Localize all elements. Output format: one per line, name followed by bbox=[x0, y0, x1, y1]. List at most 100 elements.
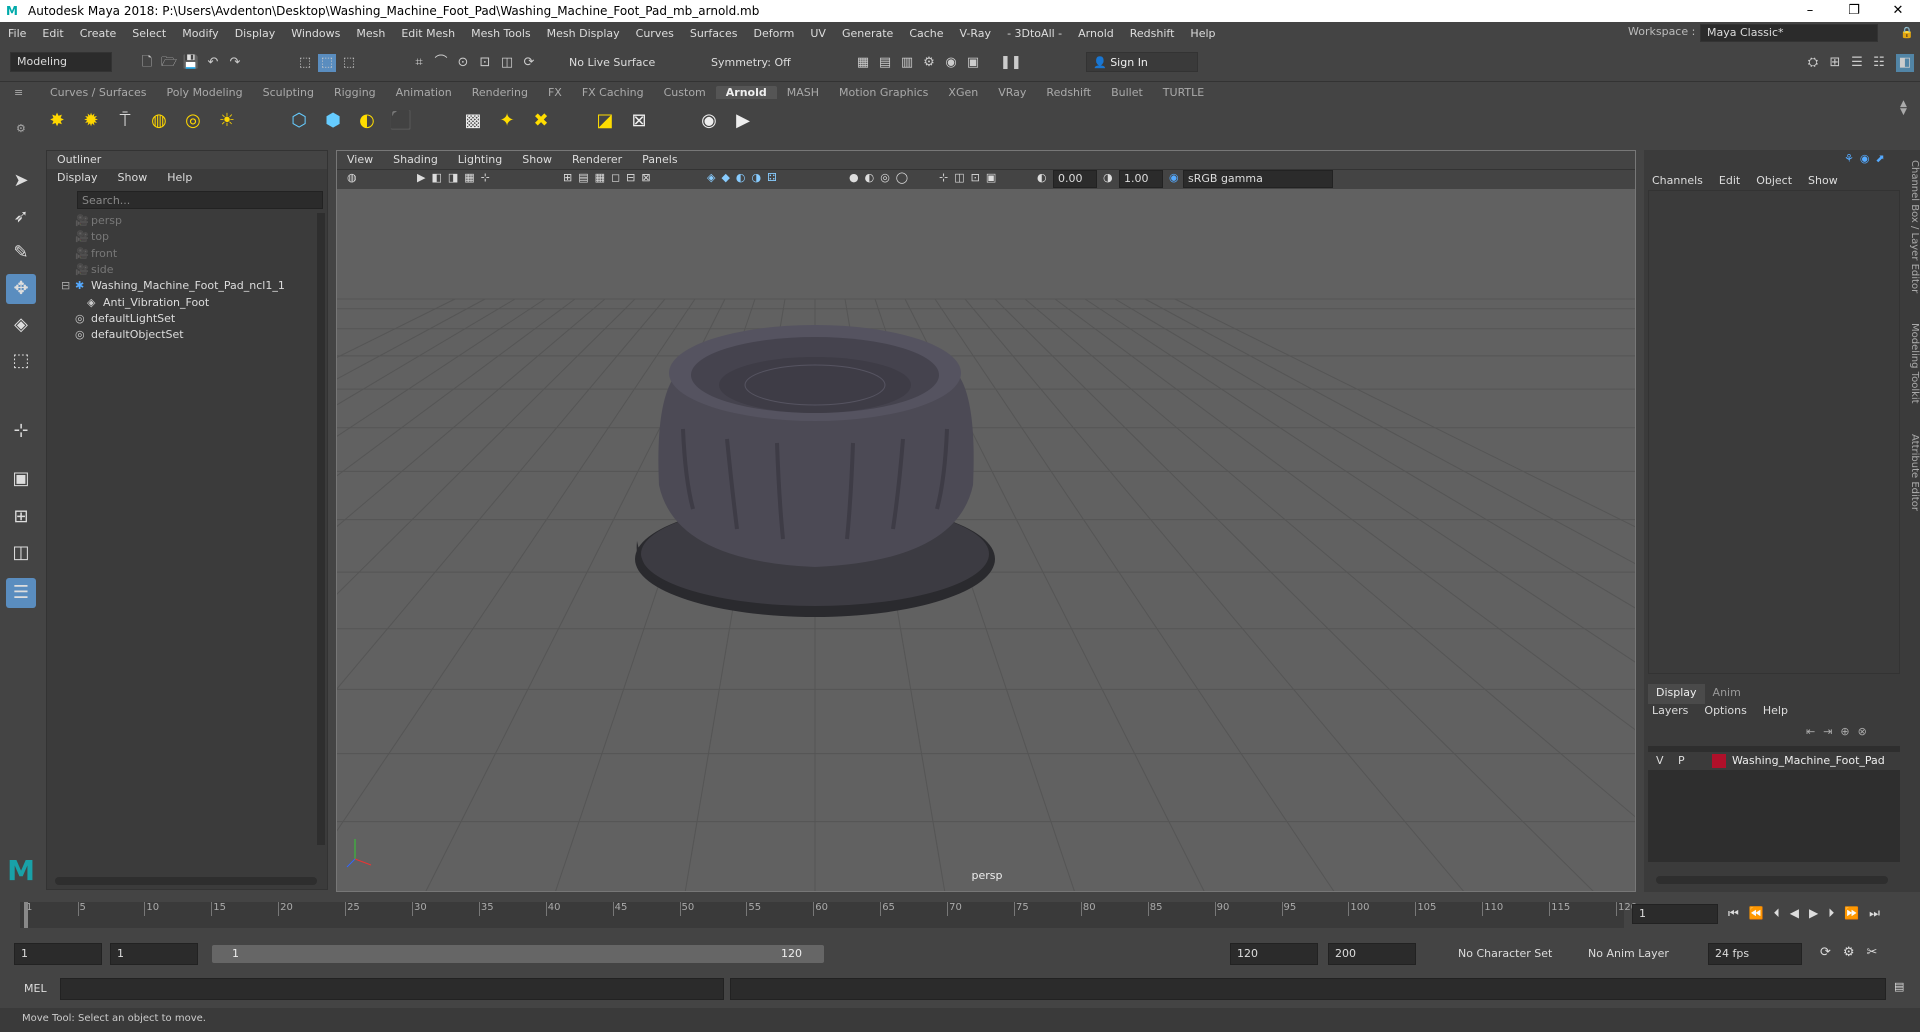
character-set-select[interactable]: No Character Set bbox=[1458, 947, 1552, 960]
channel-menu-object[interactable]: Object bbox=[1748, 174, 1800, 187]
time-ruler[interactable]: 1 5 10 15 20 25 30 35 40 45 50 55 60 65 70 75 80 85 90 95 10… bbox=[20, 902, 1637, 928]
shelf-tab-poly-modeling[interactable]: Poly Modeling bbox=[157, 86, 253, 99]
menu-surfaces[interactable]: Surfaces bbox=[682, 27, 746, 40]
viewport-menu-lighting[interactable]: Lighting bbox=[448, 151, 512, 169]
color-space-select[interactable]: sRGB gamma bbox=[1183, 170, 1333, 188]
anim-layer-select[interactable]: No Anim Layer bbox=[1588, 947, 1669, 960]
layer-color-swatch[interactable] bbox=[1712, 754, 1726, 768]
pause-icon[interactable]: ❚❚ bbox=[1000, 54, 1022, 72]
side-tab-channel-box-layer-editor[interactable]: Channel Box / Layer Editor bbox=[1909, 160, 1920, 293]
script-editor-icon[interactable]: ▤ bbox=[1894, 980, 1904, 993]
toggle-modeling-toolkit-icon[interactable]: ⛭ bbox=[1804, 54, 1822, 72]
camera-select-icon[interactable]: ◍ bbox=[347, 171, 357, 184]
scale-tool-icon[interactable]: ⬚ bbox=[6, 346, 36, 376]
menu-cache[interactable]: Cache bbox=[901, 27, 951, 40]
outliner-item-defaultlightset[interactable]: ◎ defaultLightSet bbox=[47, 311, 317, 327]
current-time-marker[interactable] bbox=[24, 902, 28, 928]
gamma-icon[interactable]: ◑ bbox=[1103, 171, 1113, 184]
viewport-menu-shading[interactable]: Shading bbox=[383, 151, 448, 169]
mode-select[interactable]: Modeling bbox=[10, 52, 112, 72]
stand-in-icon[interactable]: ⬡ bbox=[286, 108, 312, 134]
shelf-tab-curves-surfaces[interactable]: Curves / Surfaces bbox=[40, 86, 157, 99]
playback-end-field[interactable]: 120 bbox=[1230, 943, 1318, 965]
command-input[interactable] bbox=[60, 978, 724, 1000]
select-by-hierarchy-icon[interactable]: ⬚ bbox=[296, 54, 314, 72]
menu-display[interactable]: Display bbox=[227, 27, 284, 40]
toggle-layer-editor-icon[interactable]: ◧ bbox=[1896, 54, 1914, 72]
physical-sky-icon[interactable]: ◎ bbox=[180, 108, 206, 134]
camera-tools-icon[interactable]: ▶◧◨▦⊹ bbox=[417, 171, 496, 184]
open-scene-icon[interactable]: 🗁 bbox=[160, 54, 178, 72]
close-button[interactable]: ✕ bbox=[1876, 0, 1920, 22]
viewport-menu-panels[interactable]: Panels bbox=[632, 151, 687, 169]
two-pane-icon[interactable]: ◫ bbox=[6, 538, 36, 568]
viewport-menu-view[interactable]: View bbox=[337, 151, 383, 169]
snap-curve-icon[interactable]: ⌒ bbox=[432, 54, 450, 72]
select-by-component-icon[interactable]: ⬚ bbox=[340, 54, 358, 72]
sign-in-button[interactable]: 👤 Sign In bbox=[1086, 52, 1198, 72]
menu-curves[interactable]: Curves bbox=[628, 27, 682, 40]
menu-windows[interactable]: Windows bbox=[283, 27, 348, 40]
curve-collector-icon[interactable]: ◐ bbox=[354, 108, 380, 134]
channel-menu-channels[interactable]: Channels bbox=[1644, 174, 1711, 187]
channel-menu-show[interactable]: Show bbox=[1800, 174, 1846, 187]
export-stand-in-icon[interactable]: ◪ bbox=[592, 108, 618, 134]
toggle-channel-box-icon[interactable]: ☷ bbox=[1870, 54, 1888, 72]
side-tab-attribute-editor[interactable]: Attribute Editor bbox=[1909, 434, 1920, 511]
layer-menu-help[interactable]: Help bbox=[1755, 704, 1796, 717]
menu-mesh-display[interactable]: Mesh Display bbox=[539, 27, 628, 40]
remove-caches-icon[interactable]: ✖ bbox=[528, 108, 554, 134]
isolate-select-icon[interactable]: ⊹◫⊡▣ bbox=[939, 171, 1002, 184]
layer-tab-display[interactable]: Display bbox=[1648, 684, 1705, 704]
layer-menu-layers[interactable]: Layers bbox=[1644, 704, 1696, 717]
command-language-label[interactable]: MEL bbox=[24, 982, 47, 995]
toggle-tool-settings-icon[interactable]: ☰ bbox=[1848, 54, 1866, 72]
snap-point-icon[interactable]: ⊙ bbox=[454, 54, 472, 72]
outliner-menu-show[interactable]: Show bbox=[108, 169, 158, 187]
texture-manager-icon[interactable]: ▩ bbox=[460, 108, 486, 134]
shading-mode-icon[interactable]: ◈◆◐◑⚃ bbox=[707, 171, 783, 184]
procedural-icon[interactable]: ⬛ bbox=[388, 108, 414, 134]
shelf-scroll-icon[interactable]: ▲ ▼ bbox=[1900, 100, 1907, 117]
flush-caches-icon[interactable]: ✦ bbox=[494, 108, 520, 134]
skydome-light-icon[interactable]: ◍ bbox=[146, 108, 172, 134]
workspace-select[interactable]: Maya Classic* bbox=[1700, 24, 1878, 42]
move-tool-icon[interactable]: ✥ bbox=[6, 274, 36, 304]
render-sequence-icon[interactable]: ▤ bbox=[876, 54, 894, 72]
menu-help[interactable]: Help bbox=[1182, 27, 1223, 40]
shelf-tab-fx[interactable]: FX bbox=[538, 86, 572, 99]
redo-icon[interactable]: ↷ bbox=[226, 54, 244, 72]
outliner-item-washing-machine-foot-pad-ncl1-1[interactable]: ⊟ ✱ Washing_Machine_Foot_Pad_ncl1_1 bbox=[47, 278, 317, 294]
menu-mesh-tools[interactable]: Mesh Tools bbox=[463, 27, 539, 40]
menu-select[interactable]: Select bbox=[124, 27, 174, 40]
layer-menu-options[interactable]: Options bbox=[1696, 704, 1754, 717]
foot-pad-model[interactable] bbox=[635, 325, 995, 617]
lasso-tool-icon[interactable]: ➶ bbox=[6, 202, 36, 232]
live-surface-label[interactable]: No Live Surface bbox=[569, 56, 655, 69]
snap-view-icon[interactable]: ⊡ bbox=[476, 54, 494, 72]
paint-select-tool-icon[interactable]: ✎ bbox=[6, 238, 36, 268]
shelf-tab-redshift[interactable]: Redshift bbox=[1036, 86, 1101, 99]
area-light-icon[interactable]: ✸ bbox=[44, 108, 70, 134]
minimize-button[interactable]: – bbox=[1788, 0, 1832, 22]
export-ass-icon[interactable]: ⊠ bbox=[626, 108, 652, 134]
time-slider[interactable]: 1 5 10 15 20 25 30 35 40 45 50 55 60 65 70 75 80 85 90 95 10… bbox=[0, 898, 1920, 932]
photometric-light-icon[interactable]: ⍑ bbox=[112, 108, 138, 134]
menu-uv[interactable]: UV bbox=[802, 27, 834, 40]
outliner-search-input[interactable]: Search... bbox=[77, 191, 323, 209]
menu-arnold[interactable]: Arnold bbox=[1070, 27, 1122, 40]
render-view-icon[interactable]: ▣ bbox=[964, 54, 982, 72]
menu-generate[interactable]: Generate bbox=[834, 27, 901, 40]
fps-select[interactable]: 24 fps bbox=[1708, 943, 1802, 965]
start-time-field[interactable]: 1 bbox=[14, 943, 102, 965]
side-tab-modeling-toolkit[interactable]: Modeling Toolkit bbox=[1909, 323, 1920, 404]
render-icon[interactable]: ▦ bbox=[854, 54, 872, 72]
playback-start-field[interactable]: 1 bbox=[110, 943, 198, 965]
ipr-render-icon[interactable]: ▥ bbox=[898, 54, 916, 72]
undo-icon[interactable]: ↶ bbox=[204, 54, 222, 72]
shelf-tab-sculpting[interactable]: Sculpting bbox=[253, 86, 324, 99]
hypershade-icon[interactable]: ◉ bbox=[942, 54, 960, 72]
outliner-item-defaultobjectset[interactable]: ◎ defaultObjectSet bbox=[47, 327, 317, 343]
viewport-panel[interactable]: View Shading Lighting Show Renderer Panels ◍ … bbox=[336, 150, 1636, 892]
exposure-field[interactable]: 0.00 bbox=[1053, 170, 1097, 188]
